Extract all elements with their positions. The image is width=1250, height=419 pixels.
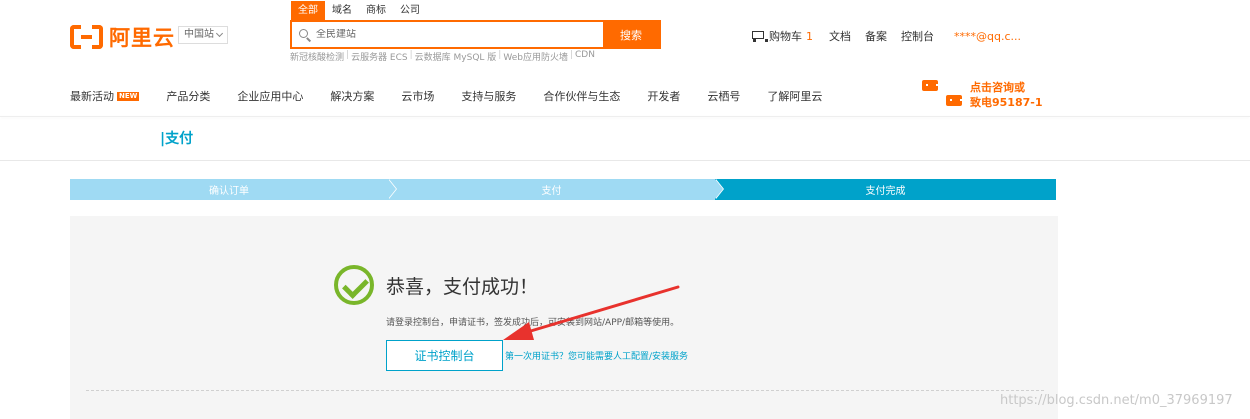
- hot-link-separator: |: [409, 50, 413, 60]
- top-right-links: 购物车 1 文档 备案 控制台 ****@qq.c...: [750, 28, 1021, 44]
- order-progress-steps: 确认订单 支付 支付完成: [70, 179, 1056, 200]
- consult-line-1: 点击咨询或: [970, 81, 1025, 94]
- hot-search-links: 新冠核酸检测 | 云服务器 ECS | 云数据库 MySQL 版 | Web应用防火墙…: [290, 50, 595, 63]
- new-badge: NEW: [117, 91, 140, 101]
- check-circle-icon: [334, 265, 374, 305]
- nav-item-label: 最新活动: [70, 90, 114, 103]
- user-account-link[interactable]: ****@qq.c...: [954, 30, 1021, 43]
- nav-item-developers[interactable]: 开发者: [647, 88, 680, 104]
- site-switch-dropdown[interactable]: 中国站: [178, 26, 228, 44]
- nav-item-marketplace[interactable]: 云市场: [401, 88, 434, 104]
- search-icon: [299, 28, 311, 41]
- nav-item-yunqi[interactable]: 云栖号: [707, 88, 740, 104]
- hot-link[interactable]: 云数据库 MySQL 版: [415, 50, 497, 63]
- consult-text: 点击咨询或 致电95187-1: [970, 80, 1043, 110]
- step-payment-complete: 支付完成: [715, 179, 1056, 200]
- logo-text: 阿里云: [109, 26, 175, 50]
- cart-count-badge: 1: [806, 29, 813, 43]
- chevron-down-icon: [215, 29, 224, 38]
- hot-link-separator: |: [346, 50, 350, 60]
- success-title: 恭喜，支付成功！: [386, 276, 539, 298]
- nav-item-enterprise-apps[interactable]: 企业应用中心: [237, 88, 303, 104]
- nav-item-latest-activities[interactable]: 最新活动 NEW: [70, 88, 140, 104]
- step-arrow-icon: [388, 179, 396, 199]
- search-tab-trademark[interactable]: 商标: [359, 1, 393, 20]
- cart-icon[interactable]: [750, 30, 768, 42]
- step-confirm-order: 确认订单: [70, 179, 388, 200]
- step-payment: 支付: [388, 179, 715, 200]
- console-link[interactable]: 控制台: [901, 28, 934, 44]
- consult-widget[interactable]: 点击咨询或 致电95187-1: [920, 80, 1043, 110]
- docs-link[interactable]: 文档: [829, 28, 851, 44]
- watermark-text: https://blog.csdn.net/m0_37969197: [1000, 393, 1233, 408]
- payment-result-panel: 恭喜，支付成功！ 请登录控制台，申请证书，签发成功后，可安装到网站/APP/邮箱…: [70, 216, 1058, 419]
- search-box: 搜索: [290, 20, 661, 49]
- manual-config-help-link[interactable]: 第一次用证书？您可能需要人工配置/安装服务: [505, 349, 688, 362]
- nav-item-products[interactable]: 产品分类: [166, 88, 210, 104]
- search-tab-domain[interactable]: 域名: [325, 1, 359, 20]
- site-switch-label: 中国站: [184, 29, 214, 40]
- page-title: |支付: [160, 131, 194, 147]
- cart-link[interactable]: 购物车: [769, 28, 802, 44]
- search-tabs: 全部 域名 商标 公司: [291, 1, 427, 20]
- hot-link[interactable]: CDN: [575, 50, 595, 63]
- nav-item-about[interactable]: 了解阿里云: [767, 88, 822, 104]
- search-input[interactable]: [316, 29, 516, 40]
- hot-link-separator: |: [498, 50, 502, 60]
- aliyun-logo[interactable]: 阿里云: [70, 22, 175, 52]
- hot-link-separator: |: [569, 50, 573, 60]
- chat-bubbles-icon: [920, 80, 964, 110]
- title-divider: [0, 160, 1250, 161]
- hot-link[interactable]: 新冠核酸检测: [290, 50, 344, 63]
- nav-item-support[interactable]: 支持与服务: [461, 88, 516, 104]
- search-tab-all[interactable]: 全部: [291, 1, 325, 20]
- search-button[interactable]: 搜索: [603, 22, 659, 47]
- step-arrow-icon: [715, 179, 723, 199]
- success-description: 请登录控制台，申请证书，签发成功后，可安装到网站/APP/邮箱等使用。: [386, 318, 680, 328]
- hot-link[interactable]: 云服务器 ECS: [351, 50, 408, 63]
- nav-item-partners[interactable]: 合作伙伴与生态: [543, 88, 620, 104]
- search-input-wrap: [292, 22, 603, 47]
- icp-filing-link[interactable]: 备案: [865, 28, 887, 44]
- dotted-divider: [86, 390, 1044, 391]
- hot-link[interactable]: Web应用防火墙: [503, 50, 568, 63]
- main-nav: 最新活动 NEW 产品分类 企业应用中心 解决方案 云市场 支持与服务 合作伙伴…: [70, 88, 849, 104]
- aliyun-logo-icon: [70, 25, 103, 49]
- nav-divider: [0, 116, 1250, 117]
- consult-line-2: 致电95187-1: [970, 96, 1043, 109]
- search-tab-company[interactable]: 公司: [393, 1, 427, 20]
- certificate-console-button[interactable]: 证书控制台: [386, 340, 503, 371]
- nav-item-solutions[interactable]: 解决方案: [330, 88, 374, 104]
